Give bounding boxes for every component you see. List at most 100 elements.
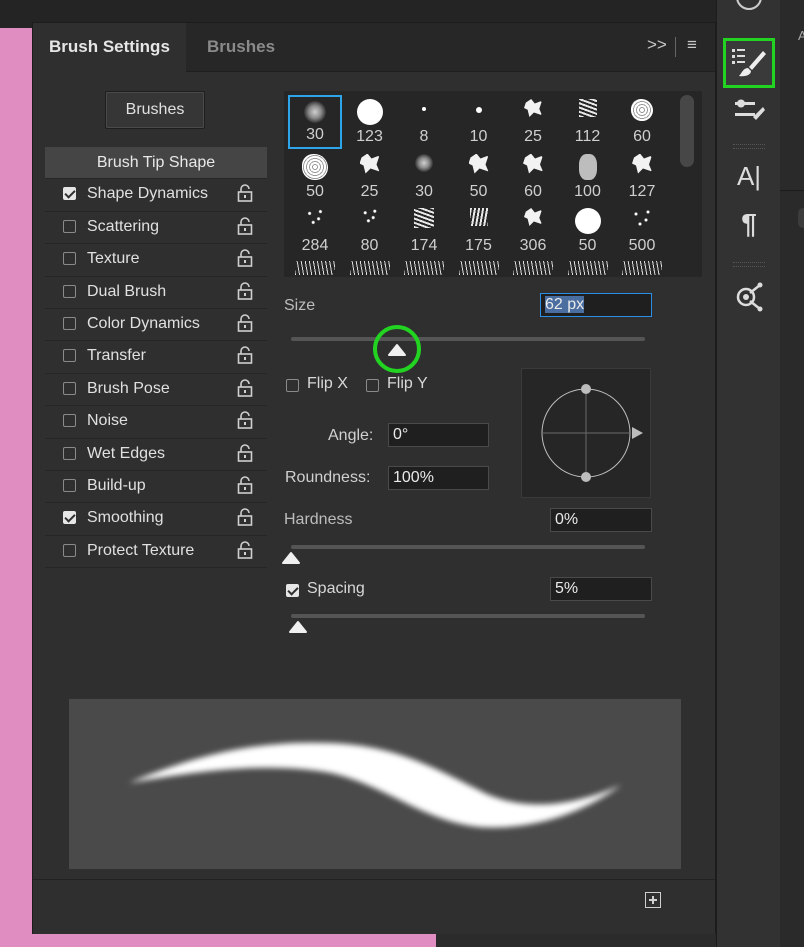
brush-preset[interactable]: 500 [615, 204, 669, 258]
brush-settings-icon[interactable] [723, 38, 775, 88]
option-item-color-dynamics[interactable]: Color Dynamics [45, 309, 267, 342]
lock-icon[interactable] [237, 443, 253, 462]
brush-preset-partial[interactable] [615, 259, 669, 278]
option-item-transfer[interactable]: Transfer [45, 341, 267, 374]
size-label: Size [284, 297, 316, 314]
option-item-dual-brush[interactable]: Dual Brush [45, 277, 267, 309]
option-checkbox[interactable] [63, 511, 76, 525]
angle-roundness-widget[interactable] [521, 368, 651, 498]
brush-preset[interactable]: 50 [452, 150, 506, 204]
option-checkbox[interactable] [63, 316, 76, 330]
option-checkbox[interactable] [63, 252, 76, 266]
brush-preset-partial[interactable] [506, 259, 560, 278]
brush-preset[interactable]: 10 [452, 95, 506, 149]
create-new-brush-button[interactable] [645, 892, 661, 908]
brush-preset[interactable]: 127 [615, 150, 669, 204]
edge-handle[interactable] [798, 208, 804, 228]
option-item-texture[interactable]: Texture [45, 244, 267, 277]
brush-preset-partial[interactable] [288, 259, 342, 278]
tab-brush-settings[interactable]: Brush Settings [33, 23, 186, 72]
size-field[interactable]: 62 px [540, 293, 652, 317]
spacing-slider-track[interactable] [291, 614, 645, 618]
hardness-slider-track[interactable] [291, 545, 645, 549]
lock-icon[interactable] [237, 216, 253, 235]
lock-icon[interactable] [237, 378, 253, 397]
option-checkbox[interactable] [63, 284, 76, 298]
option-checkbox[interactable] [63, 219, 76, 233]
brush-preset[interactable]: 80 [343, 204, 397, 258]
option-checkbox[interactable] [63, 478, 76, 492]
option-item-scattering[interactable]: Scattering [45, 212, 267, 245]
lock-icon[interactable] [237, 249, 253, 267]
option-label: Brush Pose [87, 379, 170, 397]
lock-icon[interactable] [237, 281, 253, 300]
brush-tip-thumbnail [415, 153, 433, 172]
brush-preset[interactable]: 112 [561, 95, 615, 149]
lock-icon[interactable] [237, 411, 253, 429]
brush-preset[interactable]: 123 [343, 95, 397, 149]
brush-preset[interactable]: 30 [288, 95, 342, 149]
size-slider-track[interactable] [291, 337, 645, 341]
flip-x-checkbox[interactable] [286, 379, 299, 392]
tab-divider [675, 37, 676, 57]
brush-size-label: 8 [419, 128, 429, 145]
toolstrip-grip-2[interactable] [733, 262, 765, 267]
panel-menu-icon[interactable]: ≡ [687, 35, 697, 55]
brush-preset[interactable]: 60 [615, 95, 669, 149]
angle-field[interactable]: 0° [388, 423, 489, 447]
option-item-smoothing[interactable]: Smoothing [45, 503, 267, 536]
brush-presets-icon[interactable] [723, 88, 775, 132]
character-icon[interactable]: A| [723, 154, 775, 198]
toolstrip-grip[interactable] [733, 144, 765, 149]
brush-preset-partial[interactable] [397, 259, 451, 278]
top-partial-icon[interactable] [723, 0, 775, 24]
option-label: Wet Edges [87, 444, 165, 462]
tab-brushes[interactable]: Brushes [191, 23, 291, 71]
lock-icon[interactable] [237, 346, 253, 365]
brush-preset[interactable]: 100 [561, 150, 615, 204]
option-item-noise[interactable]: Noise [45, 406, 267, 439]
option-item-wet-edges[interactable]: Wet Edges [45, 439, 267, 471]
lock-icon[interactable] [237, 476, 253, 494]
brush-preset[interactable]: 50 [288, 150, 342, 204]
brush-preset-partial[interactable] [452, 259, 506, 278]
brush-tip-shape-item[interactable]: Brush Tip Shape [45, 147, 267, 180]
brush-preset[interactable]: 175 [452, 204, 506, 258]
presets-scrollbar[interactable] [680, 95, 694, 167]
option-item-shape-dynamics[interactable]: Shape Dynamics [45, 179, 267, 212]
lock-icon[interactable] [237, 540, 253, 559]
brush-preset[interactable]: 25 [343, 150, 397, 204]
properties-icon[interactable] [723, 274, 775, 318]
lock-icon[interactable] [237, 314, 253, 332]
lock-icon[interactable] [237, 508, 253, 527]
brush-preset[interactable]: 174 [397, 204, 451, 258]
brushes-button[interactable]: Brushes [105, 91, 205, 129]
paragraph-icon[interactable]: ¶ [723, 202, 775, 246]
option-item-brush-pose[interactable]: Brush Pose [45, 374, 267, 407]
hardness-field[interactable]: 0% [550, 508, 652, 532]
brush-preset[interactable]: 8 [397, 95, 451, 149]
brush-size-label: 25 [360, 182, 379, 200]
brush-preset[interactable]: 60 [506, 150, 560, 204]
brush-preset-partial[interactable] [561, 259, 615, 278]
option-item-protect-texture[interactable]: Protect Texture [45, 536, 267, 569]
option-checkbox[interactable] [63, 381, 76, 395]
brush-preset-partial[interactable] [343, 259, 397, 278]
option-checkbox[interactable] [63, 543, 76, 557]
collapse-panel-button[interactable]: >> [647, 35, 667, 55]
brush-preset[interactable]: 30 [397, 150, 451, 204]
option-checkbox[interactable] [63, 349, 76, 363]
brush-preset[interactable]: 306 [506, 204, 560, 258]
spacing-field[interactable]: 5% [550, 577, 652, 601]
option-checkbox[interactable] [63, 414, 76, 428]
brush-preset[interactable]: 25 [506, 95, 560, 149]
option-item-build-up[interactable]: Build-up [45, 471, 267, 504]
lock-icon[interactable] [237, 184, 253, 203]
brush-preset[interactable]: 284 [288, 204, 342, 258]
spacing-checkbox[interactable] [286, 584, 299, 597]
option-checkbox[interactable] [63, 446, 76, 460]
brush-preset[interactable]: 50 [561, 204, 615, 258]
flip-y-checkbox[interactable] [366, 379, 379, 392]
option-checkbox[interactable] [63, 187, 76, 201]
roundness-field[interactable]: 100% [388, 466, 489, 490]
